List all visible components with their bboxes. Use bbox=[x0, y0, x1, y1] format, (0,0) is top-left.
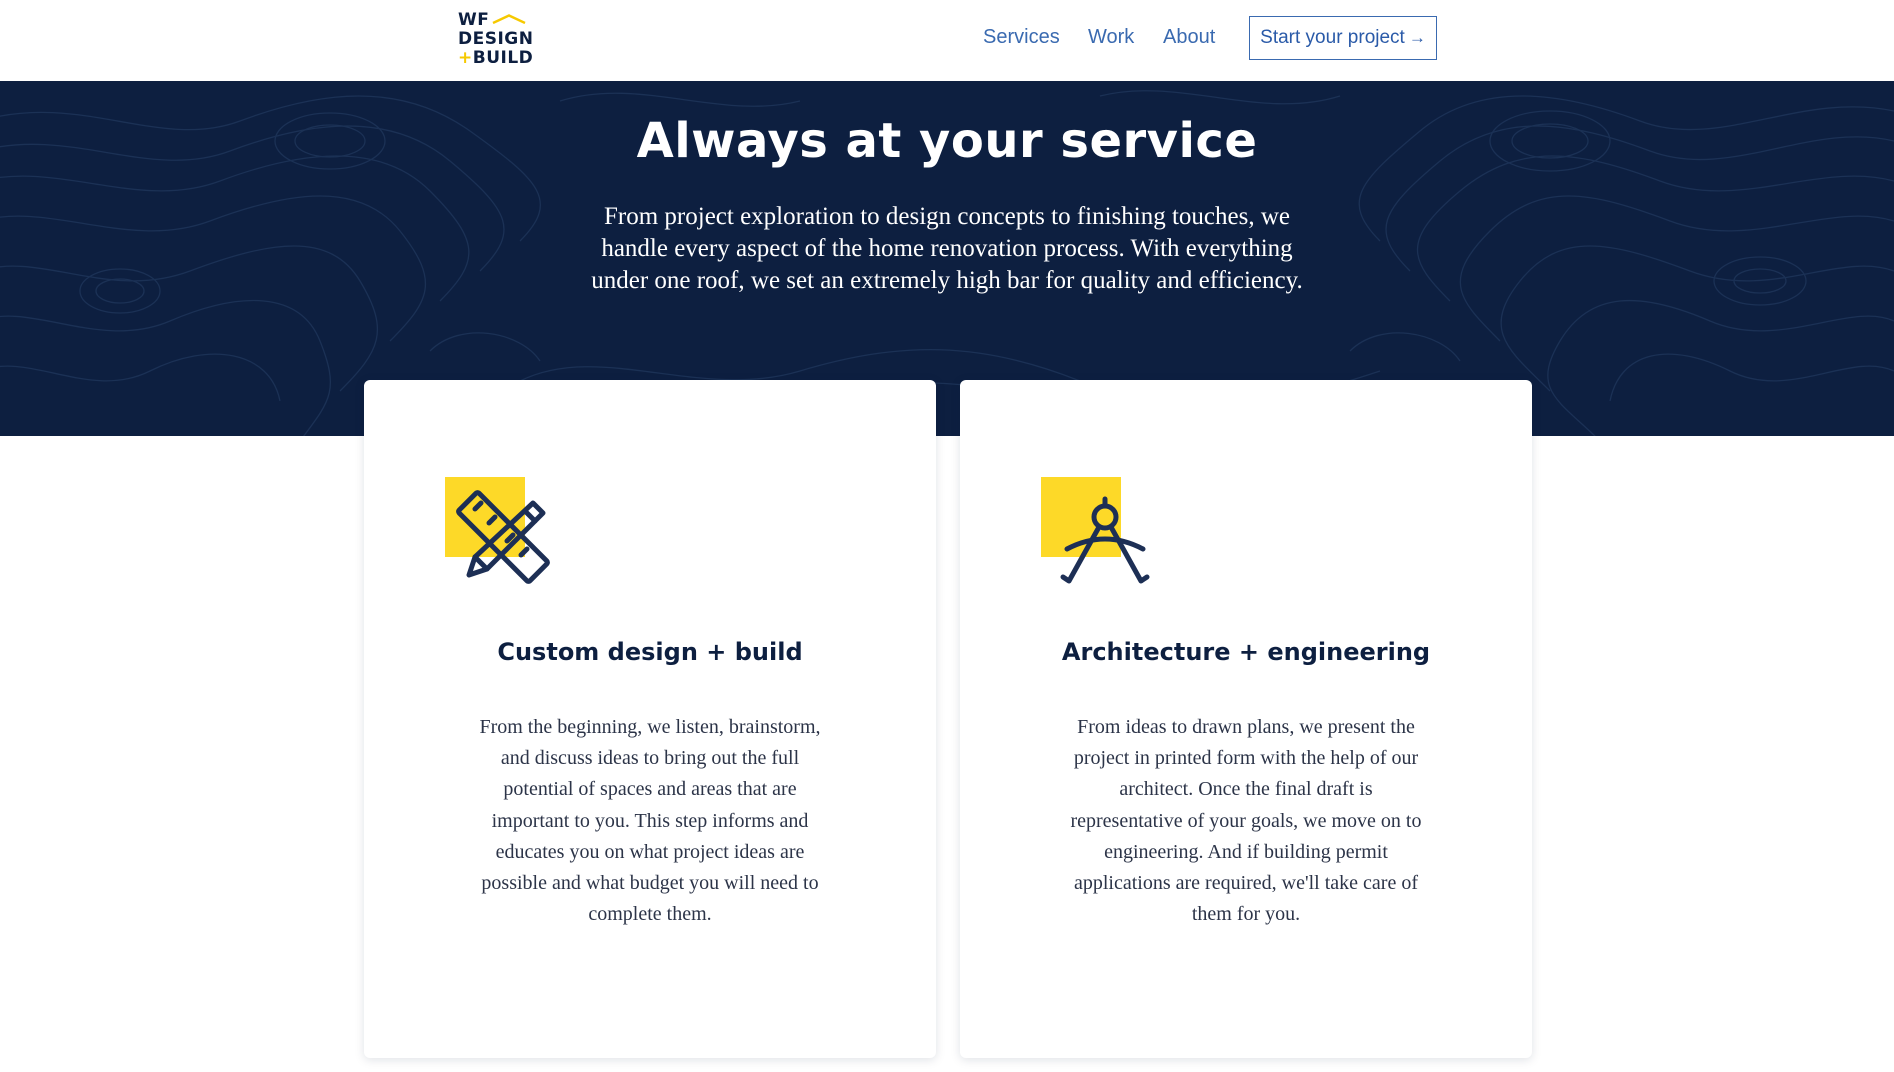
logo-plus: + bbox=[458, 48, 473, 68]
site-header: WF DESIGN +BUILD Services Work About Sta… bbox=[0, 0, 1894, 81]
nav-about[interactable]: About bbox=[1163, 26, 1215, 49]
logo-build: BUILD bbox=[472, 48, 534, 68]
card-icon-wrapper bbox=[445, 477, 557, 589]
start-project-label: Start your project bbox=[1260, 27, 1405, 48]
card-title: Architecture + engineering bbox=[1061, 638, 1431, 666]
card-icon-wrapper bbox=[1041, 477, 1153, 589]
service-card-design-build: Custom design + build From the beginning… bbox=[364, 380, 936, 1058]
nav-work[interactable]: Work bbox=[1088, 26, 1134, 49]
hero-title: Always at your service bbox=[636, 113, 1258, 169]
logo-line-3: +BUILD bbox=[458, 48, 534, 68]
card-description: From ideas to drawn plans, we present th… bbox=[1070, 716, 1422, 926]
card-description: From the beginning, we listen, brainstor… bbox=[479, 716, 821, 926]
hero-description: From project exploration to design conce… bbox=[591, 203, 1303, 294]
pencil-ruler-icon bbox=[456, 490, 550, 584]
arrow-right-icon: → bbox=[1408, 28, 1426, 47]
logo[interactable]: WF DESIGN +BUILD bbox=[458, 11, 534, 69]
start-project-button[interactable]: Start your project → bbox=[1249, 16, 1437, 60]
nav-services[interactable]: Services bbox=[983, 26, 1060, 49]
compass-icon bbox=[1060, 496, 1150, 584]
hero-section: Always at your service From project expl… bbox=[0, 81, 1894, 436]
roof-icon bbox=[492, 14, 526, 24]
service-card-architecture: Architecture + engineering From ideas to… bbox=[960, 380, 1532, 1058]
card-title: Custom design + build bbox=[497, 638, 803, 666]
logo-line-2: DESIGN bbox=[458, 29, 534, 49]
